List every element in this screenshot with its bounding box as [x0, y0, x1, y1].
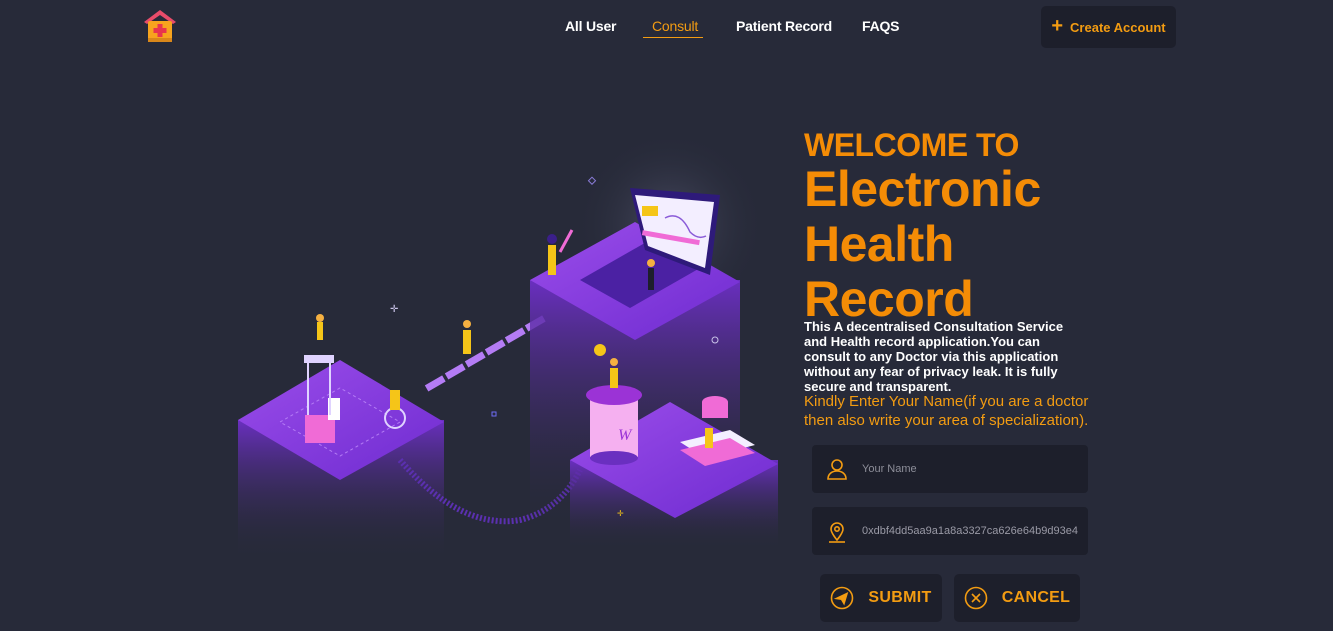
send-icon [831, 586, 854, 610]
hero-heading: WELCOME TO Electronic Health Record [804, 128, 1041, 327]
name-prompt: Kindly Enter Your Name(if you are a doct… [804, 393, 1089, 429]
welcome-line: WELCOME TO [804, 127, 1019, 163]
submit-button[interactable]: SUBMIT [820, 574, 942, 622]
nav-consult[interactable]: Consult [652, 18, 698, 34]
svg-text:✛: ✛ [390, 304, 398, 315]
address-field[interactable] [812, 507, 1088, 555]
nav-active-underline [643, 37, 703, 38]
nav-faqs[interactable]: FAQS [862, 18, 900, 34]
health-platform-illustration: W ✛ ✛ [238, 140, 778, 560]
create-account-button[interactable]: + Create Account [1041, 6, 1176, 48]
user-icon [812, 458, 862, 480]
svg-text:W: W [618, 427, 633, 444]
app-description: This A decentralised Consultation Servic… [804, 319, 1064, 394]
cancel-label: CANCEL [1001, 589, 1071, 606]
nav-patient-record[interactable]: Patient Record [736, 18, 832, 34]
address-input[interactable] [862, 525, 1078, 537]
create-account-label: Create Account [1070, 19, 1166, 35]
nav-all-user[interactable]: All User [565, 18, 617, 34]
submit-label: SUBMIT [868, 589, 932, 606]
close-circle-icon [964, 586, 988, 610]
name-field[interactable] [812, 445, 1088, 493]
location-pin-icon [812, 519, 862, 543]
name-input[interactable] [862, 463, 1078, 475]
cancel-button[interactable]: CANCEL [954, 574, 1080, 622]
title-line-health: Health [804, 216, 954, 272]
plus-icon: + [1051, 15, 1064, 37]
svg-text:✛: ✛ [617, 509, 624, 518]
title-line-electronic: Electronic [804, 161, 1041, 217]
